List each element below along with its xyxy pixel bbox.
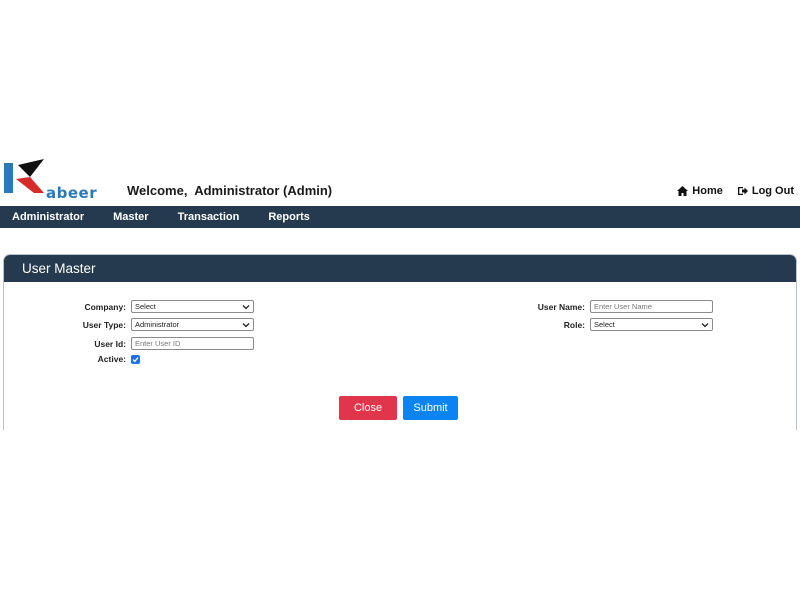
submit-button[interactable]: Submit <box>403 396 458 420</box>
logout-icon <box>737 186 748 196</box>
top-links: Home Log Out <box>677 185 794 197</box>
role-select-value: Select <box>594 320 615 329</box>
logout-link[interactable]: Log Out <box>737 185 794 197</box>
user-id-row: User Id: Enter User ID <box>44 337 254 350</box>
role-select[interactable]: Select <box>590 318 713 331</box>
user-type-row: User Type: Administrator <box>44 318 254 331</box>
logo-text: abeer <box>46 184 98 202</box>
user-name-row: User Name: Enter User Name <box>504 300 713 313</box>
user-type-label: User Type: <box>82 319 126 330</box>
role-row: Role: Select <box>504 318 713 331</box>
nav-item-transaction[interactable]: Transaction <box>178 211 240 223</box>
chevron-down-icon <box>242 305 250 310</box>
chevron-down-icon <box>242 323 250 328</box>
nav-item-master[interactable]: Master <box>113 211 148 223</box>
kabeer-logo: abeer <box>4 159 114 202</box>
active-row: Active: <box>44 354 140 364</box>
company-row: Company: Select <box>44 300 254 313</box>
user-name-placeholder: Enter User Name <box>594 302 652 311</box>
checkmark-icon <box>132 356 139 362</box>
close-button[interactable]: Close <box>339 396 397 420</box>
user-name-input[interactable]: Enter User Name <box>590 300 713 313</box>
chevron-down-icon <box>701 323 709 328</box>
user-id-input[interactable]: Enter User ID <box>131 337 254 350</box>
user-id-placeholder: Enter User ID <box>135 339 181 348</box>
home-icon <box>677 186 689 196</box>
header: abeer Welcome, Administrator (Admin) Hom… <box>0 155 800 205</box>
welcome-message: Welcome, Administrator (Admin) <box>127 183 333 198</box>
company-label: Company: <box>84 301 126 312</box>
company-select-value: Select <box>135 302 156 311</box>
user-name-label: User Name: <box>537 301 585 312</box>
main-navbar: Administrator Master Transaction Reports <box>0 206 800 228</box>
home-link[interactable]: Home <box>677 185 723 197</box>
user-master-panel: User Master Company: Select User Type: A… <box>3 254 797 430</box>
active-label: Active: <box>97 354 126 364</box>
panel-title: User Master <box>4 255 796 282</box>
user-type-select-value: Administrator <box>135 320 180 329</box>
nav-item-reports[interactable]: Reports <box>268 211 310 223</box>
user-type-select[interactable]: Administrator <box>131 318 254 331</box>
active-checkbox[interactable] <box>131 354 140 364</box>
nav-item-administrator[interactable]: Administrator <box>12 211 84 223</box>
user-id-label: User Id: <box>94 338 126 349</box>
home-label: Home <box>692 185 723 197</box>
company-select[interactable]: Select <box>131 300 254 313</box>
role-label: Role: <box>563 319 585 330</box>
logout-label: Log Out <box>751 185 794 197</box>
